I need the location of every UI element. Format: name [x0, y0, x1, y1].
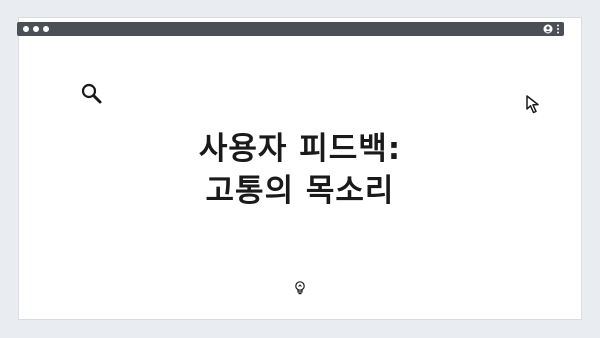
page-title: 사용자 피드백: 고통의 목소리 [0, 128, 600, 212]
window-control-dot[interactable] [43, 26, 49, 32]
titlebar-actions [543, 24, 560, 34]
window-control-dot[interactable] [23, 26, 29, 32]
page-title-line-1: 사용자 피드백: [198, 131, 402, 167]
window-controls [23, 26, 49, 32]
window-control-dot[interactable] [33, 26, 39, 32]
lightbulb-icon [293, 280, 307, 296]
profile-icon[interactable] [543, 24, 553, 34]
search-icon [80, 82, 104, 106]
kebab-menu-icon[interactable] [556, 24, 560, 34]
page-title-line-2: 고통의 목소리 [205, 173, 395, 209]
cursor-icon [524, 94, 546, 116]
window-titlebar [17, 22, 564, 36]
page: 사용자 피드백: 고통의 목소리 [0, 0, 600, 338]
